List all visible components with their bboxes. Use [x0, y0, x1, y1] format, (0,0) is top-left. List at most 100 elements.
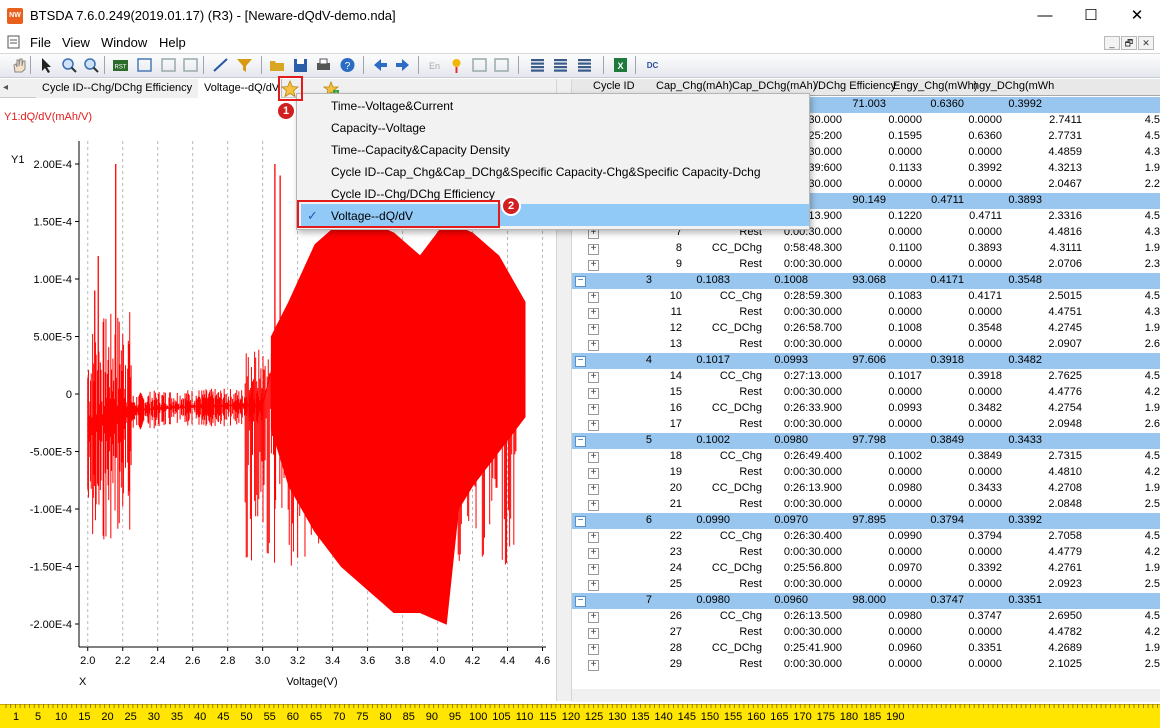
expand-icon[interactable]: +	[588, 468, 599, 479]
header-efficiency[interactable]: /DChg Efficiency	[815, 80, 896, 92]
step-row[interactable]: +14 CC_Chg 0:27:13.000 0.1017 0.3918 2.7625 4.…	[572, 369, 1160, 385]
step-row[interactable]: +26 CC_Chg 0:26:13.500 0.0980 0.3747 2.6950 4.…	[572, 609, 1160, 625]
filter-icon[interactable]	[235, 56, 254, 74]
open-icon[interactable]	[268, 56, 287, 74]
expand-icon[interactable]: +	[588, 372, 599, 383]
expand-icon[interactable]: +	[588, 404, 599, 415]
zoom-in-icon[interactable]	[60, 56, 79, 74]
expand-icon[interactable]: +	[588, 580, 599, 591]
reset-icon[interactable]: RST	[111, 56, 130, 74]
data-icon[interactable]	[135, 56, 154, 74]
step-row[interactable]: +21 Rest 0:00:30.000 0.0000 0.0000 2.0848 2.5	[572, 497, 1160, 513]
minimize-button[interactable]: —	[1022, 0, 1068, 32]
popup-item-capacity-voltage[interactable]: Capacity--Voltage	[331, 121, 426, 135]
cycle-row[interactable]: − 5 0.1002 0.0980 97.798 0.3849 0.3433	[572, 433, 1160, 449]
align-left-icon[interactable]	[470, 56, 489, 74]
expand-icon[interactable]: +	[588, 260, 599, 271]
undo-icon[interactable]	[159, 56, 178, 74]
mdi-minimize-button[interactable]: _	[1104, 36, 1120, 50]
step-row[interactable]: +10 CC_Chg 0:28:59.300 0.1083 0.4171 2.5015 4.…	[572, 289, 1160, 305]
collapse-icon[interactable]: −	[575, 356, 586, 367]
popup-item-cycle-efficiency[interactable]: Cycle ID--Chg/DChg Efficiency	[331, 187, 495, 201]
step-row[interactable]: +12 CC_DChg 0:26:58.700 0.1008 0.3548 4.2745 1…	[572, 321, 1160, 337]
header-cap-dchg[interactable]: Cap_DChg(mAh)	[732, 80, 816, 92]
expand-icon[interactable]: +	[588, 644, 599, 655]
step-row[interactable]: +20 CC_DChg 0:26:13.900 0.0980 0.3433 4.2708 1…	[572, 481, 1160, 497]
step-row[interactable]: +19 Rest 0:00:30.000 0.0000 0.0000 4.4810 4.2	[572, 465, 1160, 481]
step-row[interactable]: +27 Rest 0:00:30.000 0.0000 0.0000 4.4782 4.2	[572, 625, 1160, 641]
expand-icon[interactable]: +	[588, 628, 599, 639]
step-row[interactable]: +15 Rest 0:00:30.000 0.0000 0.0000 4.4776 4.2	[572, 385, 1160, 401]
expand-icon[interactable]: +	[588, 388, 599, 399]
maximize-button[interactable]: ☐	[1068, 0, 1114, 32]
tab-scroll-left-icon[interactable]: ◂	[3, 82, 8, 93]
step-row[interactable]: +22 CC_Chg 0:26:30.400 0.0990 0.3794 2.7058 4.…	[572, 529, 1160, 545]
step-row[interactable]: +28 CC_DChg 0:25:41.900 0.0960 0.3351 4.2689 1…	[572, 641, 1160, 657]
table2-icon[interactable]	[551, 56, 570, 74]
step-row[interactable]: +23 Rest 0:00:30.000 0.0000 0.0000 4.4779 4.2	[572, 545, 1160, 561]
mdi-restore-button[interactable]: 🗗	[1121, 36, 1137, 50]
popup-item-time-voltage-current[interactable]: Time--Voltage&Current	[331, 99, 453, 113]
menu-file[interactable]: File	[30, 35, 51, 50]
table-icon[interactable]	[528, 56, 547, 74]
menu-view[interactable]: View	[62, 35, 90, 50]
cycle-row[interactable]: − 7 0.0980 0.0960 98.000 0.3747 0.3351	[572, 593, 1160, 609]
step-row[interactable]: +18 CC_Chg 0:26:49.400 0.1002 0.3849 2.7315 4.…	[572, 449, 1160, 465]
english-icon[interactable]: En	[425, 56, 444, 74]
header-cycle-id[interactable]: Cycle ID	[593, 80, 635, 92]
popup-item-time-capacity-density[interactable]: Time--Capacity&Capacity Density	[331, 143, 510, 157]
expand-icon[interactable]: +	[588, 292, 599, 303]
expand-icon[interactable]: +	[588, 324, 599, 335]
close-button[interactable]: ✕	[1114, 0, 1160, 32]
collapse-icon[interactable]: −	[575, 436, 586, 447]
arrow-icon[interactable]	[37, 56, 56, 74]
expand-icon[interactable]: +	[588, 532, 599, 543]
popup-item-cycle-cap-specific[interactable]: Cycle ID--Cap_Chg&Cap_DChg&Specific Capa…	[331, 165, 761, 179]
header-engy-chg[interactable]: Engy_Chg(mWh)	[893, 80, 977, 92]
table3-icon[interactable]	[575, 56, 594, 74]
excel-icon[interactable]: X	[611, 56, 630, 74]
expand-icon[interactable]: +	[588, 244, 599, 255]
print-icon[interactable]	[314, 56, 333, 74]
step-row[interactable]: +25 Rest 0:00:30.000 0.0000 0.0000 2.0923 2.5	[572, 577, 1160, 593]
step-row[interactable]: +24 CC_DChg 0:25:56.800 0.0970 0.3392 4.2761 1…	[572, 561, 1160, 577]
expand-icon[interactable]: +	[588, 660, 599, 671]
grid-horizontal-scrollbar[interactable]	[572, 689, 1160, 702]
menu-help[interactable]: Help	[159, 35, 186, 50]
line-icon[interactable]	[211, 56, 230, 74]
expand-icon[interactable]: +	[588, 564, 599, 575]
expand-icon[interactable]: +	[588, 340, 599, 351]
pin-icon[interactable]	[447, 56, 466, 74]
collapse-icon[interactable]: −	[575, 276, 586, 287]
header-cap-chg[interactable]: Cap_Chg(mAh)	[656, 80, 732, 92]
step-row[interactable]: +17 Rest 0:00:30.000 0.0000 0.0000 2.0948 2.6	[572, 417, 1160, 433]
expand-icon[interactable]: +	[588, 500, 599, 511]
hand-icon[interactable]	[10, 56, 29, 74]
expand-icon[interactable]: +	[588, 612, 599, 623]
step-row[interactable]: +16 CC_DChg 0:26:33.900 0.0993 0.3482 4.2754 1…	[572, 401, 1160, 417]
redo-icon[interactable]	[181, 56, 200, 74]
collapse-icon[interactable]: −	[575, 516, 586, 527]
document-icon[interactable]	[6, 34, 22, 50]
menu-window[interactable]: Window	[101, 35, 147, 50]
expand-icon[interactable]: +	[588, 548, 599, 559]
expand-icon[interactable]: +	[588, 420, 599, 431]
collapse-icon[interactable]: −	[575, 596, 586, 607]
forward-icon[interactable]	[393, 56, 412, 74]
step-row[interactable]: +13 Rest 0:00:30.000 0.0000 0.0000 2.0907 2.6	[572, 337, 1160, 353]
help-icon[interactable]: ?	[338, 56, 357, 74]
cycle-row[interactable]: − 4 0.1017 0.0993 97.606 0.3918 0.3482	[572, 353, 1160, 369]
expand-icon[interactable]: +	[588, 308, 599, 319]
save-icon[interactable]	[291, 56, 310, 74]
tab-voltage-dqdv[interactable]: Voltage--dQ/dV	[198, 79, 282, 98]
cycle-row[interactable]: − 3 0.1083 0.1008 93.068 0.4171 0.3548	[572, 273, 1160, 289]
cycle-row[interactable]: − 6 0.0990 0.0970 97.895 0.3794 0.3392	[572, 513, 1160, 529]
back-icon[interactable]	[371, 56, 390, 74]
convert-icon[interactable]: DC	[643, 56, 662, 74]
expand-icon[interactable]: +	[588, 484, 599, 495]
step-row[interactable]: +8 CC_DChg 0:58:48.300 0.1100 0.3893 4.3111 1.…	[572, 241, 1160, 257]
step-row[interactable]: +11 Rest 0:00:30.000 0.0000 0.0000 4.4751 4.3	[572, 305, 1160, 321]
tab-chg-dchg-efficiency[interactable]: Cycle ID--Chg/DChg Efficiency	[36, 79, 200, 98]
mdi-close-button[interactable]: ✕	[1138, 36, 1154, 50]
align-right-icon[interactable]	[492, 56, 511, 74]
